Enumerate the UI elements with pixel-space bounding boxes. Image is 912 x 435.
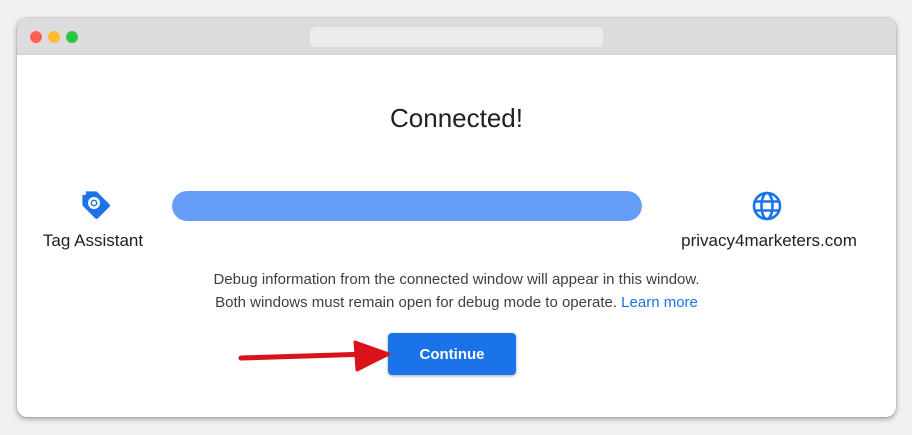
screenshot-stage: Connected! Tag Assistant privacy4markete… [0, 0, 912, 435]
connection-progress-fill [172, 191, 642, 221]
red-arrow-icon [238, 340, 391, 372]
page-title: Connected! [390, 103, 523, 133]
tag-assistant-label: Tag Assistant [42, 231, 144, 250]
info-line-2: Both windows must remain open for debug … [17, 291, 896, 314]
info-line-1: Debug information from the connected win… [213, 271, 700, 288]
site-domain-label: privacy4marketers.com [681, 231, 857, 250]
connection-panel: Connected! Tag Assistant privacy4markete… [17, 55, 896, 417]
learn-more-link[interactable]: Learn more [621, 294, 698, 311]
info-line-2-text: Both windows must remain open for debug … [215, 294, 617, 311]
minimize-window-button[interactable] [48, 31, 60, 43]
globe-icon [752, 191, 782, 221]
close-window-button[interactable] [30, 31, 42, 43]
title-bar [17, 18, 896, 55]
debug-info-text: Debug information from the connected win… [17, 268, 896, 314]
address-bar[interactable] [310, 27, 603, 47]
connection-progress-bar [172, 191, 642, 221]
continue-button[interactable]: Continue [388, 333, 516, 375]
tag-assistant-icon [81, 190, 110, 219]
zoom-window-button[interactable] [66, 31, 78, 43]
browser-window: Connected! Tag Assistant privacy4markete… [17, 18, 896, 417]
